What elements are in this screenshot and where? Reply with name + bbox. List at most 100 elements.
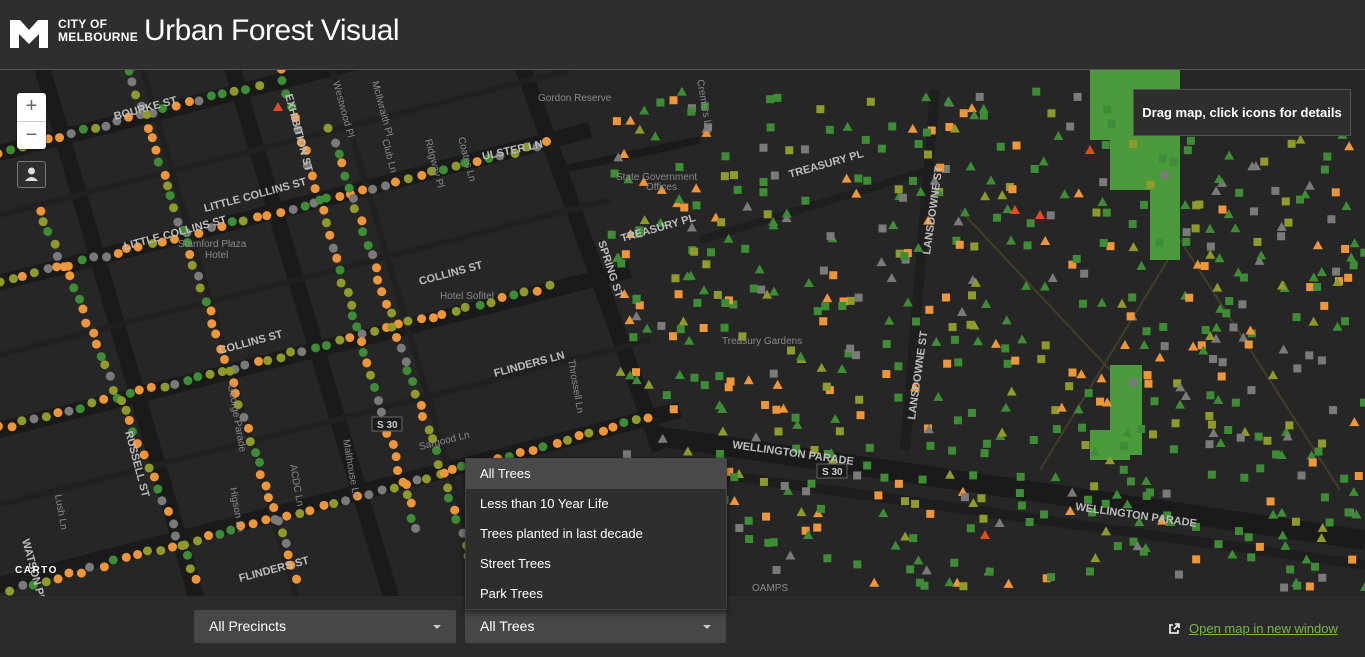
tree-marker[interactable] bbox=[669, 405, 678, 414]
tree-marker[interactable] bbox=[996, 142, 1005, 151]
tree-marker[interactable] bbox=[1046, 211, 1055, 220]
tree-marker[interactable] bbox=[340, 171, 350, 181]
tree-marker[interactable] bbox=[191, 574, 201, 584]
tree-marker[interactable] bbox=[733, 185, 742, 194]
tree-marker[interactable] bbox=[64, 406, 74, 416]
tree-marker[interactable] bbox=[1234, 527, 1243, 536]
tree-marker[interactable] bbox=[402, 490, 412, 500]
tree-marker[interactable] bbox=[909, 534, 918, 543]
tree-marker[interactable] bbox=[888, 122, 897, 131]
tree-marker[interactable] bbox=[1012, 141, 1021, 150]
tree-marker[interactable] bbox=[1224, 426, 1233, 435]
tree-marker[interactable] bbox=[169, 519, 179, 529]
tree-marker[interactable] bbox=[791, 413, 800, 422]
tree-marker[interactable] bbox=[538, 442, 548, 452]
tree-marker[interactable] bbox=[1171, 419, 1180, 428]
tree-marker[interactable] bbox=[277, 76, 287, 86]
tree-marker[interactable] bbox=[1073, 92, 1082, 101]
tree-marker[interactable] bbox=[856, 411, 865, 420]
tree-marker[interactable] bbox=[894, 185, 903, 194]
tree-marker[interactable] bbox=[1081, 441, 1090, 450]
tree-marker[interactable] bbox=[358, 185, 368, 195]
tree-marker[interactable] bbox=[1047, 109, 1056, 118]
tree-marker[interactable] bbox=[387, 322, 397, 332]
tree-marker[interactable] bbox=[497, 292, 507, 302]
tree-marker[interactable] bbox=[954, 358, 963, 367]
tree-marker[interactable] bbox=[675, 162, 684, 171]
dropdown-option-street-trees[interactable]: Street Trees bbox=[466, 549, 726, 579]
tree-marker[interactable] bbox=[149, 472, 159, 482]
tree-marker[interactable] bbox=[967, 408, 976, 417]
tree-marker[interactable] bbox=[1143, 371, 1152, 380]
tree-marker[interactable] bbox=[1318, 573, 1327, 582]
tree-marker[interactable] bbox=[17, 271, 27, 281]
tree-marker[interactable] bbox=[345, 333, 355, 343]
open-map-new-window-link[interactable]: Open map in new window bbox=[1189, 621, 1338, 636]
tree-marker[interactable] bbox=[1103, 105, 1112, 114]
tree-marker[interactable] bbox=[1023, 241, 1032, 250]
tree-marker[interactable] bbox=[853, 471, 862, 480]
tree-marker[interactable] bbox=[1218, 358, 1227, 367]
tree-marker[interactable] bbox=[914, 139, 923, 148]
tree-marker[interactable] bbox=[979, 111, 988, 120]
tree-marker[interactable] bbox=[307, 171, 317, 181]
tree-marker[interactable] bbox=[390, 177, 400, 187]
tree-marker[interactable] bbox=[1072, 254, 1081, 263]
tree-marker[interactable] bbox=[443, 483, 453, 493]
tree-marker[interactable] bbox=[1320, 301, 1329, 310]
tree-marker[interactable] bbox=[680, 203, 689, 212]
tree-marker[interactable] bbox=[816, 105, 825, 114]
tree-marker[interactable] bbox=[205, 369, 215, 379]
tree-marker[interactable] bbox=[248, 519, 258, 529]
tree-marker[interactable] bbox=[541, 137, 551, 147]
tree-marker[interactable] bbox=[319, 205, 329, 215]
tree-marker[interactable] bbox=[406, 498, 416, 508]
tree-marker[interactable] bbox=[1159, 322, 1168, 331]
tree-marker[interactable] bbox=[91, 123, 101, 133]
tree-marker[interactable] bbox=[1037, 355, 1046, 364]
tree-marker[interactable] bbox=[1113, 542, 1122, 551]
tree-marker[interactable] bbox=[1025, 517, 1034, 526]
tree-marker[interactable] bbox=[1225, 297, 1234, 306]
tree-marker[interactable] bbox=[335, 191, 345, 201]
tree-marker[interactable] bbox=[437, 310, 447, 320]
tree-marker[interactable] bbox=[417, 314, 427, 324]
tree-marker[interactable] bbox=[89, 328, 99, 338]
tree-marker[interactable] bbox=[1008, 185, 1017, 194]
tree-marker[interactable] bbox=[373, 275, 383, 285]
tree-marker[interactable] bbox=[1084, 389, 1093, 398]
tree-marker[interactable] bbox=[855, 395, 864, 404]
tree-marker[interactable] bbox=[358, 347, 368, 357]
tree-marker[interactable] bbox=[823, 554, 832, 563]
tree-marker[interactable] bbox=[1285, 421, 1294, 430]
tree-marker[interactable] bbox=[362, 358, 372, 368]
tree-marker[interactable] bbox=[1344, 508, 1353, 517]
tree-marker[interactable] bbox=[160, 170, 170, 180]
tree-marker[interactable] bbox=[87, 398, 97, 408]
tree-marker[interactable] bbox=[1001, 344, 1010, 353]
tree-marker[interactable] bbox=[1169, 445, 1178, 454]
tree-marker[interactable] bbox=[381, 181, 391, 191]
tree-marker[interactable] bbox=[75, 294, 85, 304]
tree-marker[interactable] bbox=[113, 248, 123, 258]
tree-marker[interactable] bbox=[187, 260, 197, 270]
tree-marker[interactable] bbox=[716, 449, 725, 458]
tree-marker[interactable] bbox=[18, 580, 28, 590]
tree-marker[interactable] bbox=[515, 447, 525, 457]
tree-marker[interactable] bbox=[315, 195, 325, 205]
tree-marker[interactable] bbox=[347, 311, 357, 321]
tree-marker[interactable] bbox=[370, 382, 380, 392]
tree-marker[interactable] bbox=[184, 97, 194, 107]
tree-marker[interactable] bbox=[1015, 488, 1024, 497]
tree-marker[interactable] bbox=[1340, 474, 1349, 483]
tree-marker[interactable] bbox=[382, 299, 392, 309]
tree-marker[interactable] bbox=[1126, 477, 1135, 486]
tree-marker[interactable] bbox=[1052, 425, 1061, 434]
tree-marker[interactable] bbox=[1129, 378, 1138, 387]
tree-marker[interactable] bbox=[924, 150, 933, 159]
tree-marker[interactable] bbox=[801, 196, 810, 205]
tree-marker[interactable] bbox=[1341, 244, 1350, 253]
tree-marker[interactable] bbox=[125, 388, 135, 398]
tree-marker[interactable] bbox=[1260, 157, 1269, 166]
tree-marker[interactable] bbox=[66, 129, 76, 139]
